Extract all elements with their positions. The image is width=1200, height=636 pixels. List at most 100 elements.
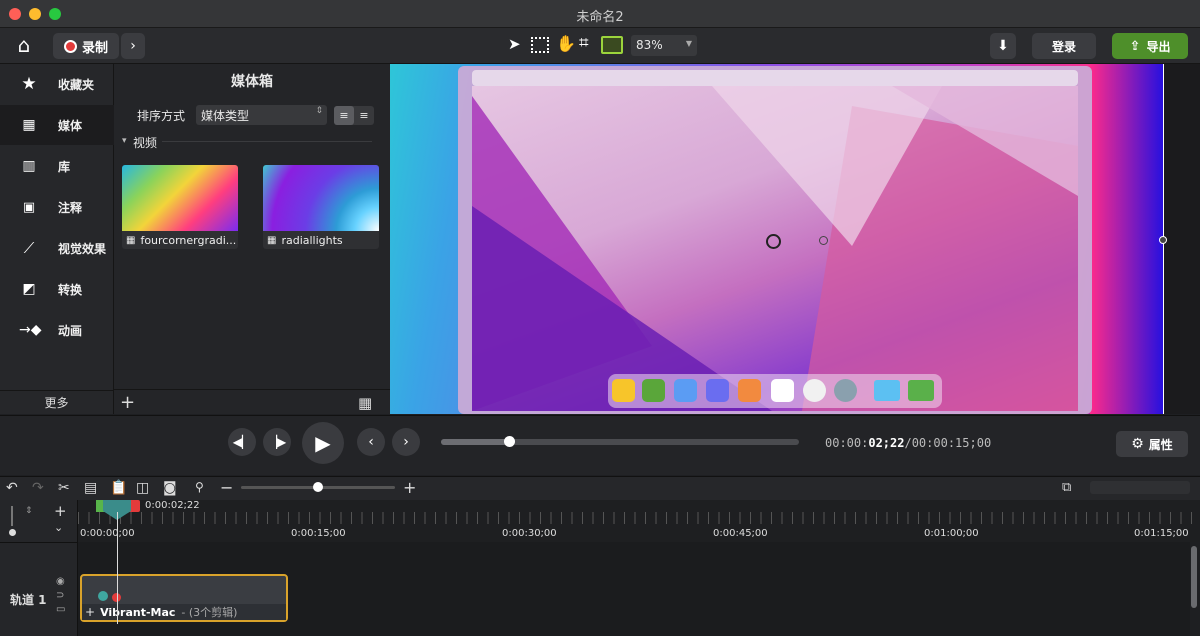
playhead-time: 0:00:02;22 xyxy=(145,500,200,511)
step-back-icon[interactable]: ◀▏ xyxy=(228,428,256,456)
share-icon: ⇪ xyxy=(1129,38,1141,54)
timeline-zoom-handle[interactable] xyxy=(313,482,323,492)
track-label: 轨道 1 xyxy=(10,593,47,607)
sidebar-item-label: 媒体 xyxy=(58,118,83,133)
redo-icon[interactable]: ↷ xyxy=(32,480,44,496)
sidebar-item-visual-effects[interactable]: ⟋ 视觉效果 xyxy=(0,228,114,268)
expand-group-icon[interactable]: + xyxy=(85,605,95,619)
track-height-slider[interactable] xyxy=(8,506,16,536)
sidebar-item-animations[interactable]: →◆ 动画 xyxy=(0,310,114,350)
ruler-minor-ticks xyxy=(78,512,1200,524)
next-marker-icon[interactable]: › xyxy=(392,428,420,456)
folder-icon xyxy=(908,380,934,401)
zoom-out-icon[interactable]: − xyxy=(220,478,233,497)
clip-name: Vibrant-Mac xyxy=(100,605,176,619)
eye-icon[interactable]: ◉ xyxy=(56,576,65,587)
media-caption: ▦ fourcornergradi... xyxy=(122,231,238,249)
canvas-preview[interactable] xyxy=(390,64,1200,414)
playhead-line xyxy=(117,512,118,624)
pan-hand-icon[interactable]: ✋ xyxy=(556,34,576,53)
timeline-scrollbar[interactable] xyxy=(1191,546,1197,608)
lock-icon[interactable]: ⊃ xyxy=(56,590,64,601)
ruler-tick-label: 0:01:00;00 xyxy=(924,528,979,539)
move-handle-icon[interactable] xyxy=(766,234,781,249)
snapshot-camera-icon[interactable]: ◙ xyxy=(163,480,177,496)
media-item[interactable]: ▦ fourcornergradi... xyxy=(122,165,238,249)
step-forward-icon[interactable]: ▕▶ xyxy=(263,428,291,456)
sort-select[interactable]: 媒体类型 ⇕ xyxy=(196,105,327,125)
sidebar: ★ 收藏夹 ▦ 媒体 ▥ 库 ▣ 注释 ⟋ 视觉效果 ◩ 转换 →◆ 动画 更多 xyxy=(0,64,114,414)
zoom-in-icon[interactable]: + xyxy=(403,478,416,497)
export-button[interactable]: ⇪ 导出 xyxy=(1112,33,1188,59)
properties-button[interactable]: ⚙ 属性 xyxy=(1116,431,1188,457)
background-edge xyxy=(1090,64,1164,414)
mute-icon[interactable]: ▭ xyxy=(56,604,65,615)
dock-app-icon xyxy=(642,379,665,402)
crop-tool-icon[interactable]: ⌗ xyxy=(579,33,589,53)
sidebar-item-annotations[interactable]: ▣ 注释 xyxy=(0,187,114,227)
detach-timeline-icon[interactable]: ⧉ xyxy=(1062,480,1071,495)
ruler-tick-label: 0:00:30;00 xyxy=(502,528,557,539)
add-media-button[interactable]: + xyxy=(120,392,135,413)
dock-app-icon xyxy=(803,379,826,402)
pointer-tool-icon[interactable]: ➤ xyxy=(508,35,526,55)
resize-handle[interactable] xyxy=(1159,236,1167,244)
sort-direction-toggle[interactable]: ≡ ≡ xyxy=(334,106,374,125)
collapse-chevron-icon[interactable]: ▾ xyxy=(122,136,127,146)
more-button[interactable]: 更多 xyxy=(0,390,113,414)
transform-tool-icon[interactable] xyxy=(531,37,549,53)
sort-ascending-icon[interactable]: ≡ xyxy=(334,106,354,125)
split-icon[interactable]: ◫ xyxy=(136,480,149,496)
sidebar-item-media[interactable]: ▦ 媒体 xyxy=(0,105,114,145)
library-icon: ▥ xyxy=(22,158,36,174)
properties-label: 属性 xyxy=(1148,437,1173,452)
window-title: 未命名2 xyxy=(576,10,624,25)
section-label-video: 视频 xyxy=(133,136,158,150)
record-button[interactable]: 录制 xyxy=(53,33,119,59)
playback-progress-fill xyxy=(441,439,510,445)
dock xyxy=(608,374,942,408)
download-icon[interactable]: ⬇ xyxy=(990,33,1016,59)
timeline-clip[interactable]: + Vibrant-Mac - (3个剪辑) xyxy=(80,574,288,622)
folder-icon xyxy=(874,380,900,401)
copy-icon[interactable]: ▤ xyxy=(84,480,97,496)
fit-canvas-icon[interactable] xyxy=(601,36,623,54)
media-name: fourcornergradi... xyxy=(140,233,237,247)
play-button[interactable]: ▶ xyxy=(302,422,344,464)
playback-progress-track[interactable] xyxy=(441,439,799,445)
undo-icon[interactable]: ↶ xyxy=(6,480,18,496)
clip-meta: - (3个剪辑) xyxy=(181,606,238,619)
paste-icon[interactable]: 📋 xyxy=(110,480,127,496)
track-size-icon: ⇕ xyxy=(25,506,33,516)
sidebar-item-transitions[interactable]: ◩ 转换 xyxy=(0,269,114,309)
dock-app-icon xyxy=(834,379,857,402)
chevron-down-icon[interactable]: ⌄ xyxy=(54,521,63,534)
dock-app-icon xyxy=(771,379,794,402)
dock-app-icon xyxy=(706,379,729,402)
cut-icon[interactable]: ✂ xyxy=(58,480,70,496)
previous-marker-icon[interactable]: ‹ xyxy=(357,428,385,456)
home-icon[interactable]: ⌂ xyxy=(12,34,36,58)
playback-scrubber-handle[interactable] xyxy=(504,436,516,447)
media-thumbnail xyxy=(263,165,379,231)
export-label: 导出 xyxy=(1146,39,1171,54)
record-options-chevron-icon[interactable]: › xyxy=(121,33,145,59)
grid-view-icon[interactable]: ▦ xyxy=(358,395,380,411)
timeline-toolbar xyxy=(0,476,1200,500)
sidebar-item-library[interactable]: ▥ 库 xyxy=(0,146,114,186)
dock-app-icon xyxy=(674,379,697,402)
sort-descending-icon[interactable]: ≡ xyxy=(354,106,374,125)
clip-label-bar: + Vibrant-Mac - (3个剪辑) xyxy=(82,604,286,620)
dock-app-icon xyxy=(612,379,635,402)
zoom-select[interactable]: 83% ▼ xyxy=(631,35,697,56)
add-track-icon[interactable]: + xyxy=(54,502,67,520)
media-name: radiallights xyxy=(281,233,343,247)
sidebar-item-favorites[interactable]: ★ 收藏夹 xyxy=(0,64,114,104)
timeline-search-field[interactable] xyxy=(1090,481,1190,494)
login-button[interactable]: 登录 xyxy=(1032,33,1096,59)
zoom-value: 83% xyxy=(636,38,663,52)
sort-value: 媒体类型 xyxy=(201,109,250,123)
sidebar-item-label: 注释 xyxy=(58,200,83,215)
rotation-handle[interactable] xyxy=(819,236,828,245)
media-item[interactable]: ▦ radiallights xyxy=(263,165,379,249)
